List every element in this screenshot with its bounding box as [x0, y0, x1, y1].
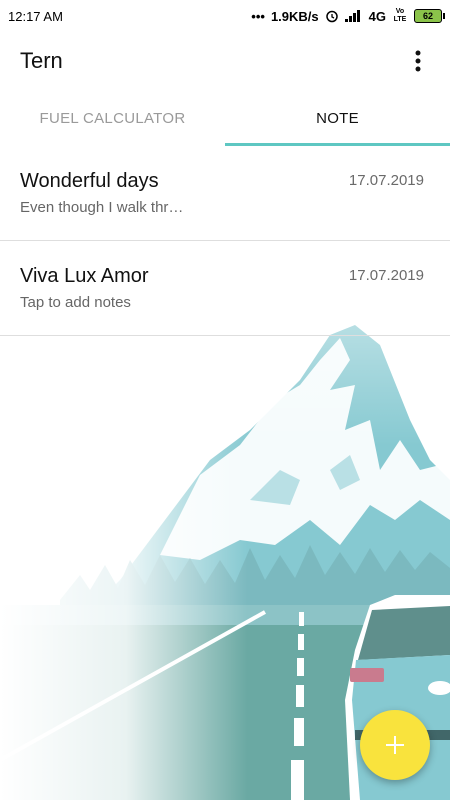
- status-bar: 12:17 AM ••• 1.9KB/s 4G Vo LTE 62: [0, 0, 450, 32]
- signal-icon: [344, 10, 363, 22]
- note-preview: Tap to add notes: [20, 294, 131, 311]
- note-date: 17.07.2019: [348, 267, 424, 284]
- status-indicators: ••• 1.9KB/s 4G Vo LTE 62: [251, 8, 445, 24]
- network-speed: 1.9KB/s: [270, 8, 319, 24]
- app-title: Tern: [20, 48, 63, 73]
- app-bar: Tern: [0, 32, 450, 90]
- plus-icon: [386, 736, 404, 754]
- network-type: 4G: [368, 8, 386, 24]
- notes-content: Wonderful days Even though I walk thr… 1…: [0, 146, 450, 800]
- tab-fuel-calculator[interactable]: FUEL CALCULATOR: [0, 90, 225, 146]
- notes-list: Wonderful days Even though I walk thr… 1…: [0, 146, 450, 336]
- tab-note[interactable]: NOTE: [225, 90, 450, 146]
- volte-label: Vo LTE: [393, 8, 407, 23]
- list-item[interactable]: Viva Lux Amor Tap to add notes 17.07.201…: [0, 241, 450, 336]
- tab-bar: FUEL CALCULATOR NOTE: [0, 90, 450, 146]
- battery-icon: 62: [414, 9, 445, 23]
- status-dots: •••: [251, 8, 265, 24]
- list-item[interactable]: Wonderful days Even though I walk thr… 1…: [0, 146, 450, 241]
- note-preview: Even though I walk thr…: [20, 199, 184, 216]
- alarm-icon: [325, 9, 339, 23]
- note-date: 17.07.2019: [348, 172, 424, 189]
- more-vert-icon[interactable]: [406, 49, 430, 73]
- add-note-button[interactable]: [360, 710, 430, 780]
- status-time: 12:17 AM: [8, 8, 63, 24]
